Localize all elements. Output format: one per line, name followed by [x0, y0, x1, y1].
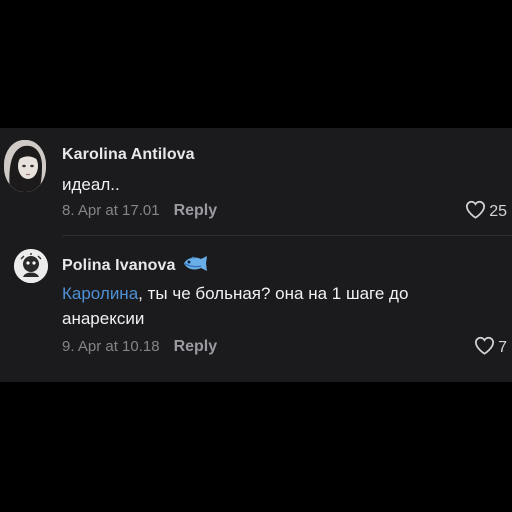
- mention-link[interactable]: Каролина: [62, 284, 138, 303]
- fish-emoji-icon: [181, 255, 209, 277]
- comment-text: идеал..: [62, 175, 120, 194]
- like-button[interactable]: 25: [465, 200, 507, 224]
- comment-item: Karolina Antilova идеал.. 8. Apr at 17.0…: [0, 128, 512, 236]
- reply-button[interactable]: Reply: [174, 202, 218, 219]
- like-count: 7: [498, 339, 507, 356]
- reply-button[interactable]: Reply: [174, 338, 218, 355]
- heart-icon: [474, 336, 495, 360]
- comment-text: Каролина, ты че больная? она на 1 шаге д…: [62, 281, 492, 331]
- comment-item: Polina Ivanova Каролина, ты че больная? …: [0, 236, 512, 382]
- comment-meta: 8. Apr at 17.01 Reply: [62, 202, 217, 220]
- comments-panel: Karolina Antilova идеал.. 8. Apr at 17.0…: [0, 128, 512, 382]
- comment-date: 9. Apr at 10.18: [62, 338, 160, 355]
- heart-icon: [465, 200, 486, 224]
- avatar[interactable]: [14, 249, 48, 283]
- comment-author[interactable]: Polina Ivanova: [62, 255, 209, 277]
- avatar[interactable]: [4, 140, 46, 192]
- cartoon-avatar-icon: [14, 249, 48, 283]
- comment-meta: 9. Apr at 10.18 Reply: [62, 338, 217, 356]
- comment-date: 8. Apr at 17.01: [62, 202, 160, 219]
- like-count: 25: [489, 203, 507, 220]
- comment-author-name: Polina Ivanova: [62, 257, 176, 274]
- user-photo-avatar-icon: [4, 140, 46, 192]
- comment-author[interactable]: Karolina Antilova: [62, 146, 195, 164]
- like-button[interactable]: 7: [474, 336, 507, 360]
- screenshot-frame: Karolina Antilova идеал.. 8. Apr at 17.0…: [0, 0, 512, 512]
